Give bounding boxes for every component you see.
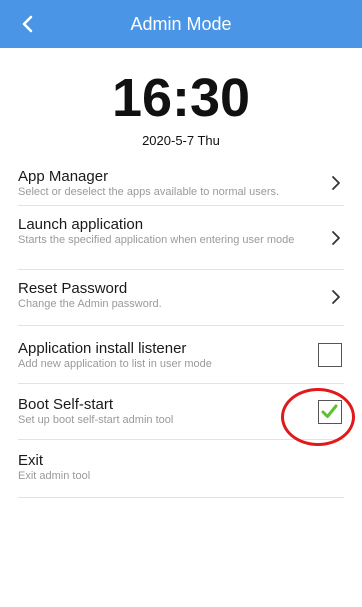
settings-menu: App Manager Select or deselect the apps …	[18, 158, 344, 498]
menu-item-app-manager[interactable]: App Manager Select or deselect the apps …	[18, 158, 344, 206]
menu-item-launch-application[interactable]: Launch application Starts the specified …	[18, 206, 344, 270]
menu-item-title: App Manager	[18, 168, 109, 185]
menu-item-exit[interactable]: Exit Exit admin tool	[18, 440, 344, 498]
clock-date: 2020-5-7 Thu	[142, 133, 220, 148]
menu-item-title: Boot Self-start	[18, 396, 114, 413]
menu-item-title: Application install listener	[18, 340, 187, 357]
menu-item-title: Launch application	[18, 216, 144, 233]
install-listener-checkbox[interactable]	[318, 343, 342, 367]
menu-item-description: Change the Admin password.	[18, 298, 162, 310]
menu-item-reset-password[interactable]: Reset Password Change the Admin password…	[18, 270, 344, 326]
menu-item-description: Exit admin tool	[18, 470, 91, 482]
chevron-right-icon	[332, 290, 340, 304]
chevron-right-icon	[332, 231, 340, 245]
menu-item-description: Starts the specified application when en…	[18, 234, 295, 246]
menu-item-description: Select or deselect the apps available to…	[18, 186, 280, 198]
clock-time: 16:30	[111, 68, 251, 128]
menu-item-description: Set up boot self-start admin tool	[18, 414, 174, 426]
menu-item-install-listener[interactable]: Application install listener Add new app…	[18, 326, 344, 384]
app-bar: Admin Mode	[0, 0, 362, 48]
chevron-right-icon	[332, 176, 340, 190]
page-title: Admin Mode	[130, 14, 232, 34]
menu-item-title: Exit	[18, 452, 44, 469]
annotation-circle	[281, 388, 355, 446]
menu-item-title: Reset Password	[18, 280, 128, 297]
menu-item-description: Add new application to list in user mode	[18, 358, 212, 370]
